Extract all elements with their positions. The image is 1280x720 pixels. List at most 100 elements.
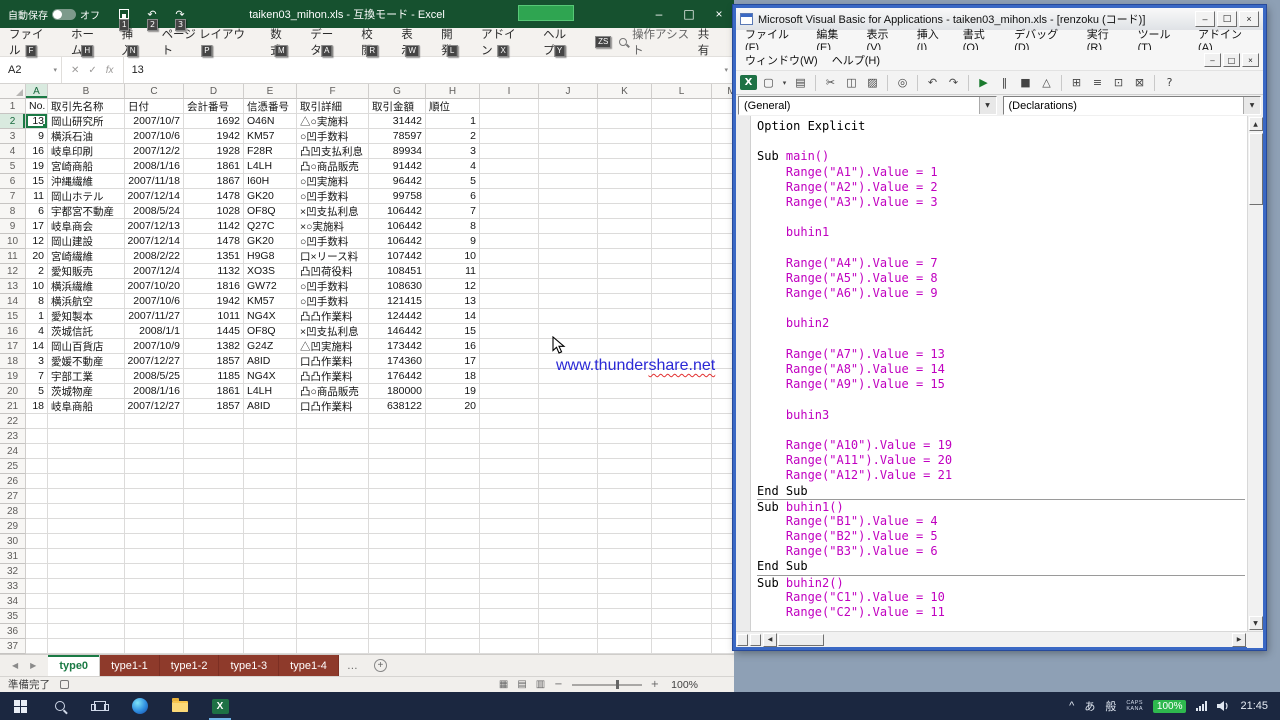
cell-C5[interactable]: 2008/1/16: [125, 159, 184, 174]
menu-item[interactable]: ファイル(F): [738, 30, 809, 50]
cell-J33[interactable]: [539, 579, 598, 594]
cell-I25[interactable]: [480, 459, 539, 474]
column-header-E[interactable]: E: [244, 84, 297, 99]
cell-A1[interactable]: No.: [26, 99, 48, 114]
insert-dropdown-icon[interactable]: ▾: [780, 73, 789, 92]
new-sheet-button[interactable]: +: [366, 655, 395, 676]
cell-L33[interactable]: [652, 579, 712, 594]
cell-H15[interactable]: 14: [426, 309, 480, 324]
cell-F29[interactable]: [297, 519, 369, 534]
cell-E33[interactable]: [244, 579, 297, 594]
insert-userform-icon[interactable]: ▢: [759, 73, 778, 92]
column-header-M[interactable]: M: [712, 84, 734, 99]
cell-K24[interactable]: [598, 444, 652, 459]
row-header-19[interactable]: 19: [0, 369, 26, 384]
cell-B37[interactable]: [48, 639, 125, 654]
cell-D22[interactable]: [184, 414, 244, 429]
cell-F37[interactable]: [297, 639, 369, 654]
project-explorer-icon[interactable]: ⊞: [1067, 73, 1086, 92]
cell-C17[interactable]: 2007/10/9: [125, 339, 184, 354]
cell-D15[interactable]: 1011: [184, 309, 244, 324]
cell-B11[interactable]: 宮崎繊維: [48, 249, 125, 264]
cell-M27[interactable]: [712, 489, 734, 504]
menu-item[interactable]: 書式(O): [956, 30, 1007, 50]
cell-B18[interactable]: 愛媛不動産: [48, 354, 125, 369]
vertical-scroll-thumb[interactable]: [1249, 133, 1263, 205]
cell-B1[interactable]: 取引先名称: [48, 99, 125, 114]
cell-M29[interactable]: [712, 519, 734, 534]
row-header-17[interactable]: 17: [0, 339, 26, 354]
cell-F27[interactable]: [297, 489, 369, 504]
cell-M36[interactable]: [712, 624, 734, 639]
menu-item[interactable]: ツール(T): [1131, 30, 1191, 50]
scroll-down-icon[interactable]: ▼: [1249, 616, 1263, 630]
cell-B34[interactable]: [48, 594, 125, 609]
cell-H30[interactable]: [426, 534, 480, 549]
cell-C3[interactable]: 2007/10/6: [125, 129, 184, 144]
cell-J34[interactable]: [539, 594, 598, 609]
cell-A25[interactable]: [26, 459, 48, 474]
cell-D36[interactable]: [184, 624, 244, 639]
cell-J30[interactable]: [539, 534, 598, 549]
cell-G15[interactable]: 124442: [369, 309, 426, 324]
cell-I6[interactable]: [480, 174, 539, 189]
cell-M34[interactable]: [712, 594, 734, 609]
cell-E24[interactable]: [244, 444, 297, 459]
row-header-13[interactable]: 13: [0, 279, 26, 294]
cell-J5[interactable]: [539, 159, 598, 174]
cell-E16[interactable]: OF8Q: [244, 324, 297, 339]
row-header-1[interactable]: 1: [0, 99, 26, 114]
column-header-K[interactable]: K: [598, 84, 652, 99]
cell-E9[interactable]: Q27C: [244, 219, 297, 234]
cell-F16[interactable]: ×凹支払利息: [297, 324, 369, 339]
cell-I19[interactable]: [480, 369, 539, 384]
cell-G20[interactable]: 180000: [369, 384, 426, 399]
scroll-up-icon[interactable]: ▲: [1249, 117, 1263, 131]
cell-L13[interactable]: [652, 279, 712, 294]
scroll-left-icon[interactable]: ◀: [763, 633, 777, 647]
cell-I27[interactable]: [480, 489, 539, 504]
cell-C32[interactable]: [125, 564, 184, 579]
cell-J26[interactable]: [539, 474, 598, 489]
row-header-21[interactable]: 21: [0, 399, 26, 414]
procedure-dropdown[interactable]: (Declarations) ▼: [1003, 96, 1262, 115]
cell-B28[interactable]: [48, 504, 125, 519]
cell-F6[interactable]: ○凹実施料: [297, 174, 369, 189]
cell-D7[interactable]: 1478: [184, 189, 244, 204]
ribbon-tab-M[interactable]: 数式M: [261, 28, 301, 56]
cancel-entry-icon[interactable]: ✕: [71, 65, 79, 76]
cell-M20[interactable]: [712, 384, 734, 399]
zoom-slider-thumb[interactable]: [616, 680, 619, 689]
cell-E30[interactable]: [244, 534, 297, 549]
cell-G4[interactable]: 89934: [369, 144, 426, 159]
cell-H22[interactable]: [426, 414, 480, 429]
ribbon-tab-L[interactable]: 開発L: [432, 28, 472, 56]
row-header-25[interactable]: 25: [0, 459, 26, 474]
cell-I8[interactable]: [480, 204, 539, 219]
ime-mode-indicator[interactable]: あ: [1084, 698, 1095, 714]
cell-D16[interactable]: 1445: [184, 324, 244, 339]
cell-M16[interactable]: [712, 324, 734, 339]
cell-C33[interactable]: [125, 579, 184, 594]
cell-F22[interactable]: [297, 414, 369, 429]
cell-F34[interactable]: [297, 594, 369, 609]
cell-H21[interactable]: 20: [426, 399, 480, 414]
cell-E10[interactable]: GK20: [244, 234, 297, 249]
cell-G27[interactable]: [369, 489, 426, 504]
zoom-in-icon[interactable]: +: [651, 679, 659, 690]
cell-J28[interactable]: [539, 504, 598, 519]
cell-D35[interactable]: [184, 609, 244, 624]
cell-L30[interactable]: [652, 534, 712, 549]
cell-I2[interactable]: [480, 114, 539, 129]
cell-B10[interactable]: 岡山建設: [48, 234, 125, 249]
cell-I28[interactable]: [480, 504, 539, 519]
code-minimize-button[interactable]: –: [1204, 53, 1221, 67]
cell-I26[interactable]: [480, 474, 539, 489]
row-header-30[interactable]: 30: [0, 534, 26, 549]
cell-D4[interactable]: 1928: [184, 144, 244, 159]
sheet-nav-right-icon[interactable]: ▶: [30, 661, 36, 670]
cell-L37[interactable]: [652, 639, 712, 654]
code-editor[interactable]: Option Explicit Sub main() Range("A1").V…: [751, 116, 1247, 631]
cell-C34[interactable]: [125, 594, 184, 609]
cell-H1[interactable]: 順位: [426, 99, 480, 114]
